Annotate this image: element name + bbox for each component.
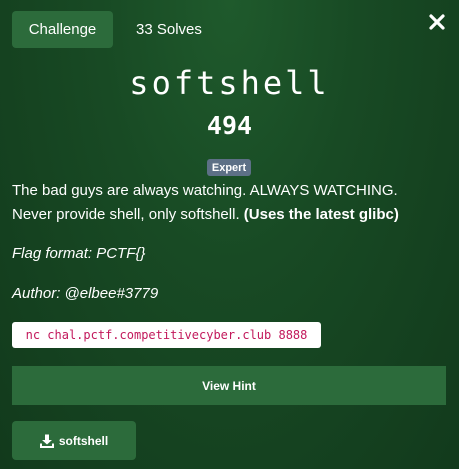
challenge-points: 494 xyxy=(206,111,253,140)
close-button[interactable] xyxy=(427,12,447,32)
connection-command: nc chal.pctf.competitivecyber.club 8888 xyxy=(12,322,321,348)
challenge-description: The bad guys are always watching. ALWAYS… xyxy=(12,179,452,227)
download-icon xyxy=(39,434,54,448)
description-line-2: Never provide shell, only softshell. xyxy=(12,206,240,223)
view-hint-button[interactable]: View Hint xyxy=(12,366,446,405)
tab-challenge[interactable]: Challenge xyxy=(12,11,113,48)
difficulty-badge: Expert xyxy=(207,159,251,176)
author-text: Author: @elbee#3779 xyxy=(12,285,159,302)
close-icon xyxy=(429,14,445,30)
description-line-1: The bad guys are always watching. ALWAYS… xyxy=(12,182,398,199)
description-bold-note: (Uses the latest glibc) xyxy=(243,206,399,223)
challenge-modal: Challenge 33 Solves softshell 494 Expert… xyxy=(0,0,459,469)
challenge-title: softshell xyxy=(129,64,330,102)
tab-solves[interactable]: 33 Solves xyxy=(124,11,214,48)
download-file-button[interactable]: softshell xyxy=(12,421,136,460)
download-file-label: softshell xyxy=(58,433,109,448)
flag-format-text: Flag format: PCTF{} xyxy=(12,245,146,262)
